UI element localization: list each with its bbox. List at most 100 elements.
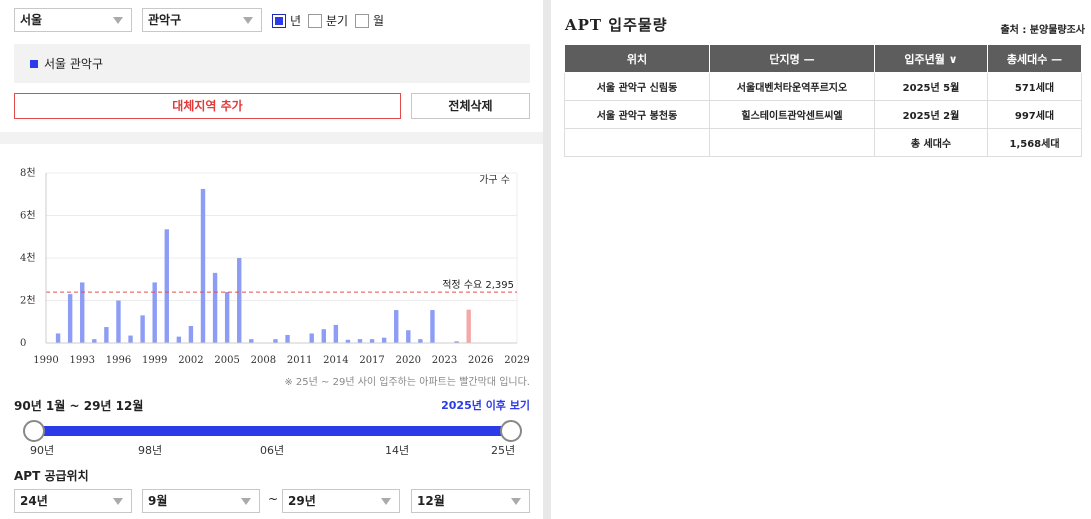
x-tick-label: 2011: [287, 355, 312, 366]
cell-movein: 2025년 2월: [874, 100, 988, 129]
bar[interactable]: [381, 337, 387, 343]
x-tick-label: 2026: [468, 355, 493, 366]
delete-all-button[interactable]: 전체삭제: [411, 93, 530, 119]
y-tick-label: 0: [20, 338, 26, 349]
bar[interactable]: [237, 258, 242, 343]
period-year-checkbox[interactable]: 년: [272, 12, 301, 29]
bar[interactable]: [285, 334, 290, 343]
left-panel: 서울 관악구 년 분기 월 서울 관악구 대체지역 추가 전체삭제 적정 수요 …: [0, 0, 545, 519]
cell-households: 571세대: [987, 72, 1082, 101]
bar[interactable]: [116, 300, 121, 344]
cell-households: 997세대: [987, 100, 1082, 129]
checkbox-empty-icon[interactable]: [308, 13, 322, 28]
supply-bar-chart: 적정 수요 2,395 0 2천 4천 6천 8천 1990 1993 1996 1999 200…: [20, 167, 530, 366]
bar[interactable]: [321, 329, 326, 343]
x-tick-label: 2017: [359, 355, 384, 366]
bar[interactable]: [273, 339, 278, 343]
bar[interactable]: [394, 310, 399, 343]
column-header-households[interactable]: 총세대수 —: [987, 44, 1082, 73]
x-tick-label: 1996: [106, 355, 131, 366]
period-month-checkbox[interactable]: 월: [355, 12, 384, 29]
cell-complex: 힐스테이트관악센트씨엘: [709, 100, 875, 129]
column-header-complex[interactable]: 단지명 —: [709, 44, 875, 73]
bar[interactable]: [67, 294, 73, 343]
bar[interactable]: [176, 336, 182, 343]
chart-reference-line: 적정 수요 2,395: [46, 279, 517, 293]
to-month-select[interactable]: 12월: [411, 489, 530, 513]
apt-supply-table: 위치 단지명 — 입주년월 ∨ 총세대수 — 서울 관악구 신림동 서울대벤처타…: [564, 44, 1082, 157]
section-divider: [0, 132, 545, 144]
bar[interactable]: [406, 330, 411, 343]
chevron-down-icon: [113, 17, 123, 24]
period-quarter-checkbox[interactable]: 분기: [308, 12, 348, 29]
supply-location-title: APT 공급위치: [14, 469, 89, 483]
right-panel: APT 입주물량 출처 : 분양물량조사 위치 단지명 — 입주년월 ∨ 총세대…: [551, 0, 1091, 519]
checkbox-empty-icon[interactable]: [355, 13, 369, 28]
range-tick: 90년: [30, 444, 55, 457]
bar[interactable]: [309, 333, 314, 343]
after-2025-link[interactable]: 2025년 이후 보기: [441, 397, 530, 413]
range-slider-track[interactable]: [33, 426, 511, 436]
range-slider-end-handle[interactable]: [500, 420, 522, 442]
cell-movein: 2025년 5월: [874, 72, 988, 101]
cell-location: 서울 관악구 봉천동: [564, 100, 710, 129]
from-year-select[interactable]: 24년: [14, 489, 132, 513]
bar[interactable]: [164, 229, 169, 343]
x-tick-label: 2008: [251, 355, 276, 366]
y-tick-label: 6천: [20, 210, 36, 222]
period-quarter-label: 분기: [326, 14, 349, 28]
range-slider-start-handle[interactable]: [23, 420, 45, 442]
table-row[interactable]: 서울 관악구 신림동 서울대벤처타운역푸르지오 2025년 5월 571세대: [564, 72, 1082, 101]
y-tick-label: 4천: [20, 252, 36, 264]
range-tick: 98년: [138, 444, 163, 457]
bar[interactable]: [80, 282, 85, 343]
bar[interactable]: [249, 339, 254, 343]
bar[interactable]: [140, 315, 145, 343]
bar[interactable]: [357, 339, 363, 343]
x-tick-label: 1999: [142, 355, 167, 366]
range-label: 90년 1월 ~ 29년 12월: [14, 399, 144, 413]
x-tick-label: 2020: [396, 355, 421, 366]
bar[interactable]: [224, 292, 230, 343]
region-color-swatch: [30, 60, 38, 68]
selected-region-label[interactable]: 서울 관악구: [44, 55, 103, 72]
x-tick-label: 2014: [323, 355, 348, 366]
appropriate-demand-label: 적정 수요 2,395: [442, 279, 514, 291]
bar[interactable]: [369, 339, 375, 343]
chart-axes: 0 2천 4천 6천 8천 1990 1993 1996 1999 2002 2005 2008 201…: [20, 167, 530, 366]
bar[interactable]: [188, 326, 194, 343]
table-total-row: 총 세대수 1,568세대: [564, 128, 1082, 157]
bar[interactable]: [104, 327, 109, 343]
bar[interactable]: [200, 188, 206, 343]
selected-region-box: 서울 관악구: [14, 44, 530, 83]
district-select[interactable]: 관악구: [142, 8, 262, 32]
bar[interactable]: [333, 324, 339, 343]
bar[interactable]: [92, 339, 97, 343]
checkbox-checked-icon[interactable]: [272, 13, 286, 28]
x-tick-label: 1990: [33, 355, 58, 366]
chevron-down-icon: [243, 17, 253, 24]
period-year-label: 년: [290, 14, 302, 28]
table-row[interactable]: 서울 관악구 봉천동 힐스테이트관악센트씨엘 2025년 2월 997세대: [564, 100, 1082, 129]
bar[interactable]: [418, 339, 423, 343]
to-year-select[interactable]: 29년: [282, 489, 400, 513]
bar[interactable]: [55, 333, 61, 343]
range-tick: 14년: [385, 444, 410, 457]
bar[interactable]: [430, 310, 435, 343]
chart-legend: 가구 수: [479, 174, 510, 186]
bar[interactable]: [152, 282, 157, 343]
add-alt-region-button[interactable]: 대체지역 추가: [14, 93, 401, 119]
bar[interactable]: [128, 335, 133, 343]
bar[interactable]: [212, 272, 218, 343]
range-tick: 25년: [491, 444, 516, 457]
city-select[interactable]: 서울: [14, 8, 132, 32]
x-tick-label: 1993: [70, 355, 95, 366]
period-month-label: 월: [373, 14, 385, 28]
column-header-movein[interactable]: 입주년월 ∨: [874, 44, 988, 73]
table-header-row: 위치 단지명 — 입주년월 ∨ 총세대수 —: [564, 44, 1082, 73]
range-tick: 06년: [260, 444, 285, 457]
bar[interactable]: [466, 309, 471, 343]
cell-location: 서울 관악구 신림동: [564, 72, 710, 101]
cell-total-label: 총 세대수: [874, 128, 988, 157]
from-month-select[interactable]: 9월: [142, 489, 260, 513]
